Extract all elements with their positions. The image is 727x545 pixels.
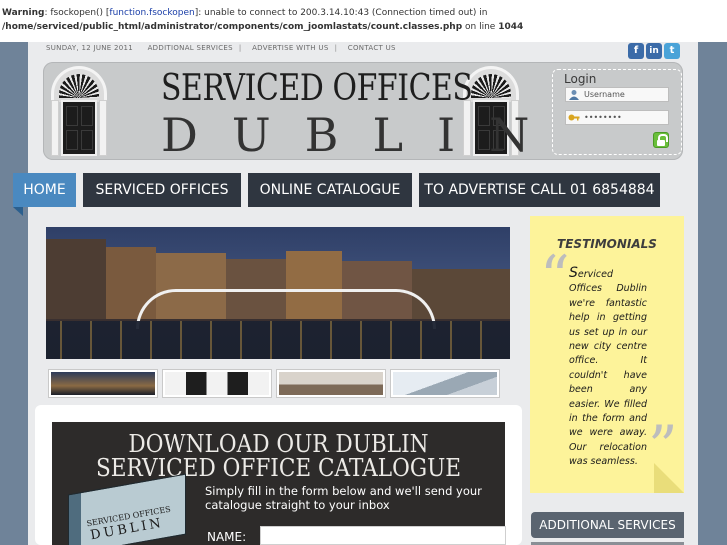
logo-line2[interactable]: DUBLIN	[161, 108, 563, 162]
testimonial-text: Serviced Offices Dublin we're fantastic …	[569, 266, 647, 470]
thumbnail-office[interactable]	[276, 369, 386, 398]
php-warning: Warning: fsockopen() [function.fsockopen…	[0, 0, 727, 42]
testimonial-body: erviced Offices Dublin we're fantastic h…	[569, 269, 647, 468]
name-label: NAME:	[207, 530, 247, 544]
open-quote-icon: “	[540, 243, 570, 311]
nav-online-catalogue[interactable]: ONLINE CATALOGUE	[248, 173, 412, 207]
thumbnail-building[interactable]	[390, 369, 500, 398]
catalogue-title-line2: SERVICED OFFICE CATALOGUE	[95, 454, 462, 482]
twitter-icon[interactable]: t	[664, 43, 680, 59]
catalogue-description: Simply fill in the form below and we'll …	[205, 484, 482, 512]
logo-line1[interactable]: SERVICED OFFICES	[161, 68, 473, 109]
thumbnail-bridge[interactable]	[48, 369, 158, 398]
nav-home[interactable]: HOME	[13, 173, 76, 216]
facebook-icon[interactable]: f	[628, 43, 644, 59]
warning-line: 1044	[498, 22, 524, 32]
password-value: ••••••••	[584, 113, 622, 122]
warning-prefix: Warning	[2, 8, 45, 18]
username-placeholder: Username	[584, 90, 625, 99]
user-icon	[568, 89, 580, 100]
username-input[interactable]: Username	[565, 87, 669, 102]
login-submit-lock-icon[interactable]	[653, 132, 669, 148]
warning-text-2: ]: unable to connect to 200.3.14.10:43 (…	[194, 8, 488, 18]
key-icon	[568, 112, 580, 123]
topnav-advertise[interactable]: ADVERTISE WITH US	[252, 44, 328, 52]
password-input[interactable]: ••••••••	[565, 110, 669, 125]
topnav-separator: |	[334, 44, 338, 52]
warning-path: /home/serviced/public_html/administrator…	[2, 22, 463, 32]
date-label: SUNDAY, 12 JUNE 2011	[46, 44, 134, 52]
nav-serviced-offices[interactable]: SERVICED OFFICES	[83, 173, 241, 207]
warning-text-1: : fsockopen() [	[44, 8, 110, 18]
hero-image	[46, 227, 510, 359]
close-quote-icon: ”	[648, 413, 678, 481]
nav-advertise[interactable]: TO ADVERTISE CALL 01 6854884	[419, 173, 660, 207]
thumbnail-georgian-door[interactable]	[162, 369, 272, 398]
name-input[interactable]	[260, 526, 506, 545]
topnav-contact[interactable]: CONTACT US	[348, 44, 396, 52]
warning-online: on line	[462, 22, 499, 32]
top-navigation: SUNDAY, 12 JUNE 2011 ADDITIONAL SERVICES…	[46, 44, 408, 60]
door-left-icon	[51, 66, 107, 156]
additional-services-button[interactable]: ADDITIONAL SERVICES	[531, 512, 684, 538]
topnav-separator: |	[238, 44, 242, 52]
topnav-additional-services[interactable]: ADDITIONAL SERVICES	[148, 44, 233, 52]
warning-function-link[interactable]: function.fsockopen	[109, 8, 194, 18]
login-title: Login	[564, 72, 597, 86]
testimonial-initial: S	[569, 265, 578, 281]
linkedin-icon[interactable]: in	[646, 43, 662, 59]
